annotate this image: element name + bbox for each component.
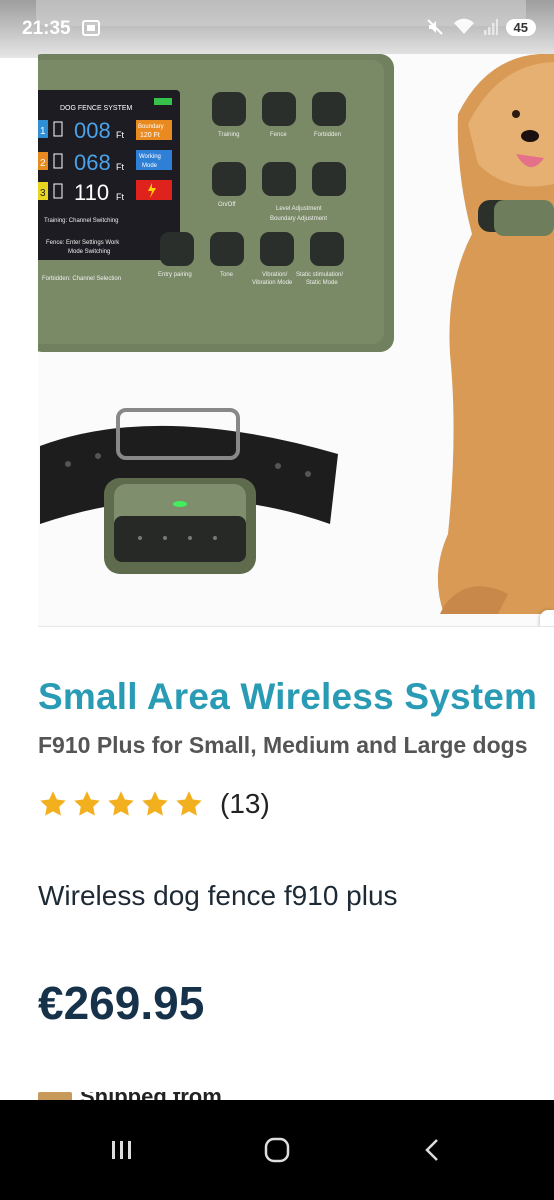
- svg-text:Working: Working: [139, 154, 161, 160]
- svg-text:Mode: Mode: [142, 163, 158, 169]
- status-bar: 21:35 45: [0, 0, 554, 58]
- battery-icon: 45: [505, 18, 536, 36]
- svg-text:3: 3: [40, 188, 46, 199]
- svg-text:Vibration Mode: Vibration Mode: [252, 280, 293, 286]
- star-icon: [74, 791, 100, 816]
- home-icon: [264, 1137, 290, 1163]
- recent-apps-icon: [112, 1141, 131, 1159]
- product-price: €269.95: [38, 977, 205, 1029]
- svg-text:Static stimulation/: Static stimulation/: [296, 272, 343, 278]
- callout-training: Training: Channel Switching: [44, 218, 118, 224]
- signal-icon: [483, 19, 498, 35]
- home-button[interactable]: [247, 1128, 307, 1172]
- short-description: Wireless dog fence f910 plus: [38, 880, 398, 911]
- svg-text:Vibration/: Vibration/: [262, 272, 288, 278]
- recent-apps-button[interactable]: [92, 1128, 152, 1172]
- label-boundary: Boundary Adjustment: [270, 216, 327, 222]
- wifi-icon: [453, 18, 474, 34]
- label-forbidden: Forbidden: [314, 132, 341, 138]
- label-entry: Entry pairing: [158, 272, 192, 278]
- svg-text:Static Mode: Static Mode: [306, 280, 338, 286]
- svg-text:Mode Switching: Mode Switching: [68, 249, 110, 255]
- status-time: 21:35: [22, 18, 71, 39]
- product-title: Small Area Wireless System: [38, 676, 538, 717]
- svg-text:120 Ft: 120 Ft: [140, 132, 160, 139]
- svg-text:1: 1: [40, 126, 46, 137]
- svg-text:Boundary: Boundary: [138, 124, 164, 130]
- collar: [40, 408, 338, 574]
- back-button[interactable]: [402, 1128, 462, 1172]
- controller-screen: [38, 90, 180, 260]
- svg-text:2: 2: [40, 158, 46, 169]
- label-onoff: On/Off: [218, 202, 236, 208]
- star-icon: [142, 791, 168, 816]
- star-icon: [40, 791, 66, 816]
- label-training: Training: [218, 132, 239, 138]
- rating-count[interactable]: (13): [220, 788, 270, 820]
- label-fence: Fence: [270, 132, 287, 138]
- rating[interactable]: (13): [38, 788, 270, 820]
- channel-2-value: 068: [74, 150, 111, 175]
- mute-icon: [426, 19, 443, 35]
- back-icon: [425, 1139, 438, 1161]
- channel-1-value: 008: [74, 118, 111, 143]
- channel-3-unit: Ft: [116, 192, 124, 202]
- callout-forbidden: Forbidden: Channel Selection: [42, 276, 121, 282]
- screenshot-icon: [82, 20, 100, 36]
- product-subtitle: F910 Plus for Small, Medium and Large do…: [38, 732, 528, 758]
- dog-photo: [437, 54, 554, 614]
- controller-label: DOG FENCE SYSTEM: [60, 105, 133, 112]
- label-level: Level Adjustment: [276, 206, 322, 212]
- channel-1-unit: Ft: [116, 130, 124, 140]
- product-photo: DOG FENCE SYSTEM 1 008 Ft Boundary 120 F…: [38, 54, 554, 614]
- product-image[interactable]: DOG FENCE SYSTEM 1 008 Ft Boundary 120 F…: [38, 54, 554, 627]
- label-tone: Tone: [220, 272, 234, 278]
- channel-3-value: 110: [74, 180, 109, 205]
- navigation-bar: [0, 1100, 554, 1200]
- status-right-icons: 45: [426, 18, 536, 36]
- carousel-handle[interactable]: [540, 610, 554, 626]
- star-icon: [108, 791, 134, 816]
- star-icon: [176, 791, 202, 816]
- channel-2-unit: Ft: [116, 162, 124, 172]
- callout-fence: Fence: Enter Settings Work: [46, 240, 120, 246]
